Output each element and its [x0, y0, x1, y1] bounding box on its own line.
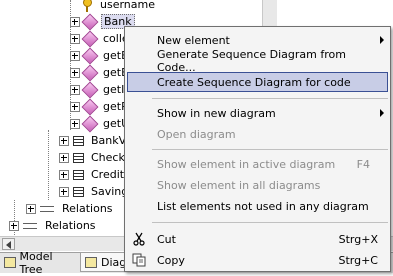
submenu-arrow-icon — [380, 36, 384, 44]
context-menu: New element Generate Sequence Diagram fr… — [124, 26, 391, 272]
menu-item-label: Generate Sequence Diagram from Code... — [157, 48, 346, 74]
expand-icon[interactable] — [70, 118, 80, 129]
operation-icon — [81, 81, 99, 98]
menu-item-generate-sequence-diagram[interactable]: Generate Sequence Diagram from Code... — [127, 48, 388, 74]
operation-icon — [81, 98, 99, 115]
menu-separator — [152, 98, 388, 99]
tree-item-username[interactable]: username — [81, 0, 157, 13]
menu-item-show-in-all-diagrams[interactable]: Show element in all diagrams — [127, 175, 388, 195]
copy-icon — [132, 253, 146, 267]
menu-separator — [152, 222, 388, 223]
scissors-icon — [133, 232, 145, 246]
menu-item-list-unused-elements[interactable]: List elements not used in any diagram — [127, 196, 388, 216]
menu-item-cut[interactable]: Cut Strg+X — [127, 229, 388, 249]
diagram-tree-icon — [85, 256, 97, 268]
menu-item-shortcut: Strg+C — [338, 253, 378, 267]
tree-item-label: Relations — [62, 202, 113, 215]
menu-item-label: Show element in active diagram — [157, 157, 336, 171]
menu-item-label: Cut — [157, 232, 176, 246]
menu-separator — [152, 149, 388, 150]
operation-icon — [81, 115, 99, 132]
menu-item-label: List elements not used in any diagram — [157, 199, 369, 213]
menu-item-shortcut: F4 — [356, 157, 370, 171]
menu-item-create-sequence-diagram[interactable]: Create Sequence Diagram for code — [127, 72, 388, 92]
class-icon — [73, 135, 84, 146]
class-icon — [73, 169, 84, 180]
operation-icon — [81, 47, 99, 64]
expand-icon[interactable] — [26, 203, 36, 214]
expand-icon[interactable] — [59, 135, 69, 146]
menu-item-label: Open diagram — [157, 127, 236, 141]
tree-guide-line — [48, 130, 50, 200]
class-icon — [73, 152, 84, 163]
tree-item-label: Relations — [45, 219, 96, 232]
menu-item-show-in-new-diagram[interactable]: Show in new diagram — [127, 103, 388, 123]
key-icon — [81, 0, 93, 12]
tab-model-tree[interactable]: Model Tree — [0, 250, 80, 276]
submenu-arrow-icon — [380, 109, 384, 117]
menu-item-label: Show in new diagram — [157, 106, 276, 120]
menu-item-label: Create Sequence Diagram for code — [157, 75, 351, 89]
scroll-left-icon[interactable] — [2, 238, 15, 250]
relations-icon — [40, 204, 56, 214]
expand-icon[interactable] — [59, 152, 69, 163]
vertical-scrollbar[interactable] — [262, 0, 277, 28]
operation-icon — [81, 30, 99, 47]
expand-icon[interactable] — [70, 50, 80, 61]
menu-item-copy[interactable]: Copy Strg+C — [127, 250, 388, 270]
expand-icon[interactable] — [70, 67, 80, 78]
expand-icon[interactable] — [59, 186, 69, 197]
menu-item-label: New element — [157, 33, 230, 47]
tree-item-label: username — [100, 0, 155, 11]
menu-item-label: Show element in all diagrams — [157, 178, 321, 192]
operation-icon — [81, 13, 99, 30]
tree-item-relations-2[interactable]: Relations — [9, 217, 98, 234]
expand-icon[interactable] — [70, 16, 80, 27]
menu-item-show-in-active-diagram[interactable]: Show element in active diagram F4 — [127, 154, 388, 174]
expand-icon[interactable] — [70, 33, 80, 44]
tree-item-relations-1[interactable]: Relations — [26, 200, 115, 217]
expand-icon[interactable] — [70, 84, 80, 95]
relations-icon — [23, 221, 39, 231]
model-tree-icon — [4, 257, 16, 268]
expand-icon[interactable] — [70, 101, 80, 112]
operation-icon — [81, 64, 99, 81]
menu-item-label: Copy — [157, 253, 185, 267]
menu-item-open-diagram[interactable]: Open diagram — [127, 124, 388, 144]
class-icon — [73, 186, 84, 197]
expand-icon[interactable] — [59, 169, 69, 180]
expand-icon[interactable] — [9, 220, 19, 231]
menu-item-shortcut: Strg+X — [338, 232, 378, 246]
menu-item-new-element[interactable]: New element — [127, 30, 388, 50]
